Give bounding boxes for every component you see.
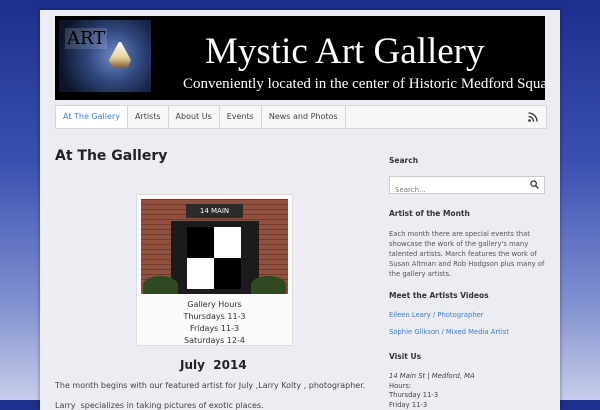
- artist-of-month-line: Susan Altman and Rob Hodgson plus many o…: [389, 259, 544, 269]
- visit-us-details: 14 Main St | Medford, MA Hours: Thursday…: [389, 372, 475, 410]
- window-artwork: [187, 227, 241, 289]
- artist-of-month-line: showcase the work of the gallery's many: [389, 239, 544, 249]
- hours-label: Hours:: [389, 382, 475, 392]
- search-heading: Search: [389, 156, 418, 165]
- visit-us-heading: Visit Us: [389, 352, 421, 361]
- right-shrub: [251, 276, 286, 294]
- caption-line: Saturdays 12-4: [137, 335, 292, 347]
- artist-of-month-text: Each month there are special events that…: [389, 229, 544, 279]
- video-link-eileen-leary[interactable]: Eileen Leary / Photographer: [389, 311, 484, 319]
- gallery-logo: ART: [59, 20, 151, 92]
- site-banner[interactable]: ART Mystic Art Gallery Conveniently loca…: [55, 16, 545, 100]
- left-shrub: [143, 276, 178, 294]
- page-title: At The Gallery: [55, 148, 167, 164]
- rss-icon[interactable]: [528, 112, 538, 122]
- artist-of-month-heading: Artist of the Month: [389, 209, 470, 218]
- hours-line: Thursday 11-3: [389, 391, 475, 401]
- nav-item-news-and-photos[interactable]: News and Photos: [262, 106, 346, 128]
- artist-of-month-line: talented artists. March features the wor…: [389, 249, 544, 259]
- search-input[interactable]: [390, 182, 520, 198]
- artist-paragraph: Larry specializes in taking pictures of …: [55, 401, 264, 410]
- caption-line: Thursdays 11-3: [137, 311, 292, 323]
- nav-item-events[interactable]: Events: [220, 106, 262, 128]
- nav-item-about-us[interactable]: About Us: [169, 106, 220, 128]
- logo-text: ART: [65, 28, 107, 49]
- caption-line: Fridays 11-3: [137, 323, 292, 335]
- gallery-hours-caption: Gallery Hours Thursdays 11-3 Fridays 11-…: [137, 299, 292, 347]
- storefront-sign: 14 MAIN: [186, 204, 243, 218]
- nav-item-at-the-gallery[interactable]: At The Gallery: [56, 106, 128, 128]
- hours-line: Friday 11-3: [389, 401, 475, 410]
- search-icon[interactable]: [530, 180, 539, 189]
- ship-image: [109, 42, 131, 68]
- month-heading: July 2014: [180, 358, 247, 372]
- video-link-sophie-glikson[interactable]: Sophie Glikson / Mixed Media Artist: [389, 328, 509, 336]
- gallery-storefront-photo[interactable]: 14 MAIN: [141, 199, 288, 294]
- artist-of-month-line: the gallery artists.: [389, 269, 544, 279]
- intro-paragraph: The month begins with our featured artis…: [55, 381, 365, 390]
- artist-of-month-line: Each month there are special events that: [389, 229, 544, 239]
- nav-item-artists[interactable]: Artists: [128, 106, 169, 128]
- main-nav: At The Gallery Artists About Us Events N…: [55, 105, 547, 129]
- page-container: ART Mystic Art Gallery Conveniently loca…: [40, 10, 560, 410]
- gallery-photo-card: 14 MAIN Gallery Hours Thursdays 11-3 Fri…: [136, 194, 293, 346]
- caption-line: Gallery Hours: [137, 299, 292, 311]
- address-line: 14 Main St | Medford, MA: [389, 372, 475, 382]
- site-title: Mystic Art Gallery: [205, 30, 485, 73]
- videos-heading: Meet the Artists Videos: [389, 291, 489, 300]
- site-subtitle: Conveniently located in the center of Hi…: [183, 76, 545, 93]
- search-box: [389, 176, 545, 194]
